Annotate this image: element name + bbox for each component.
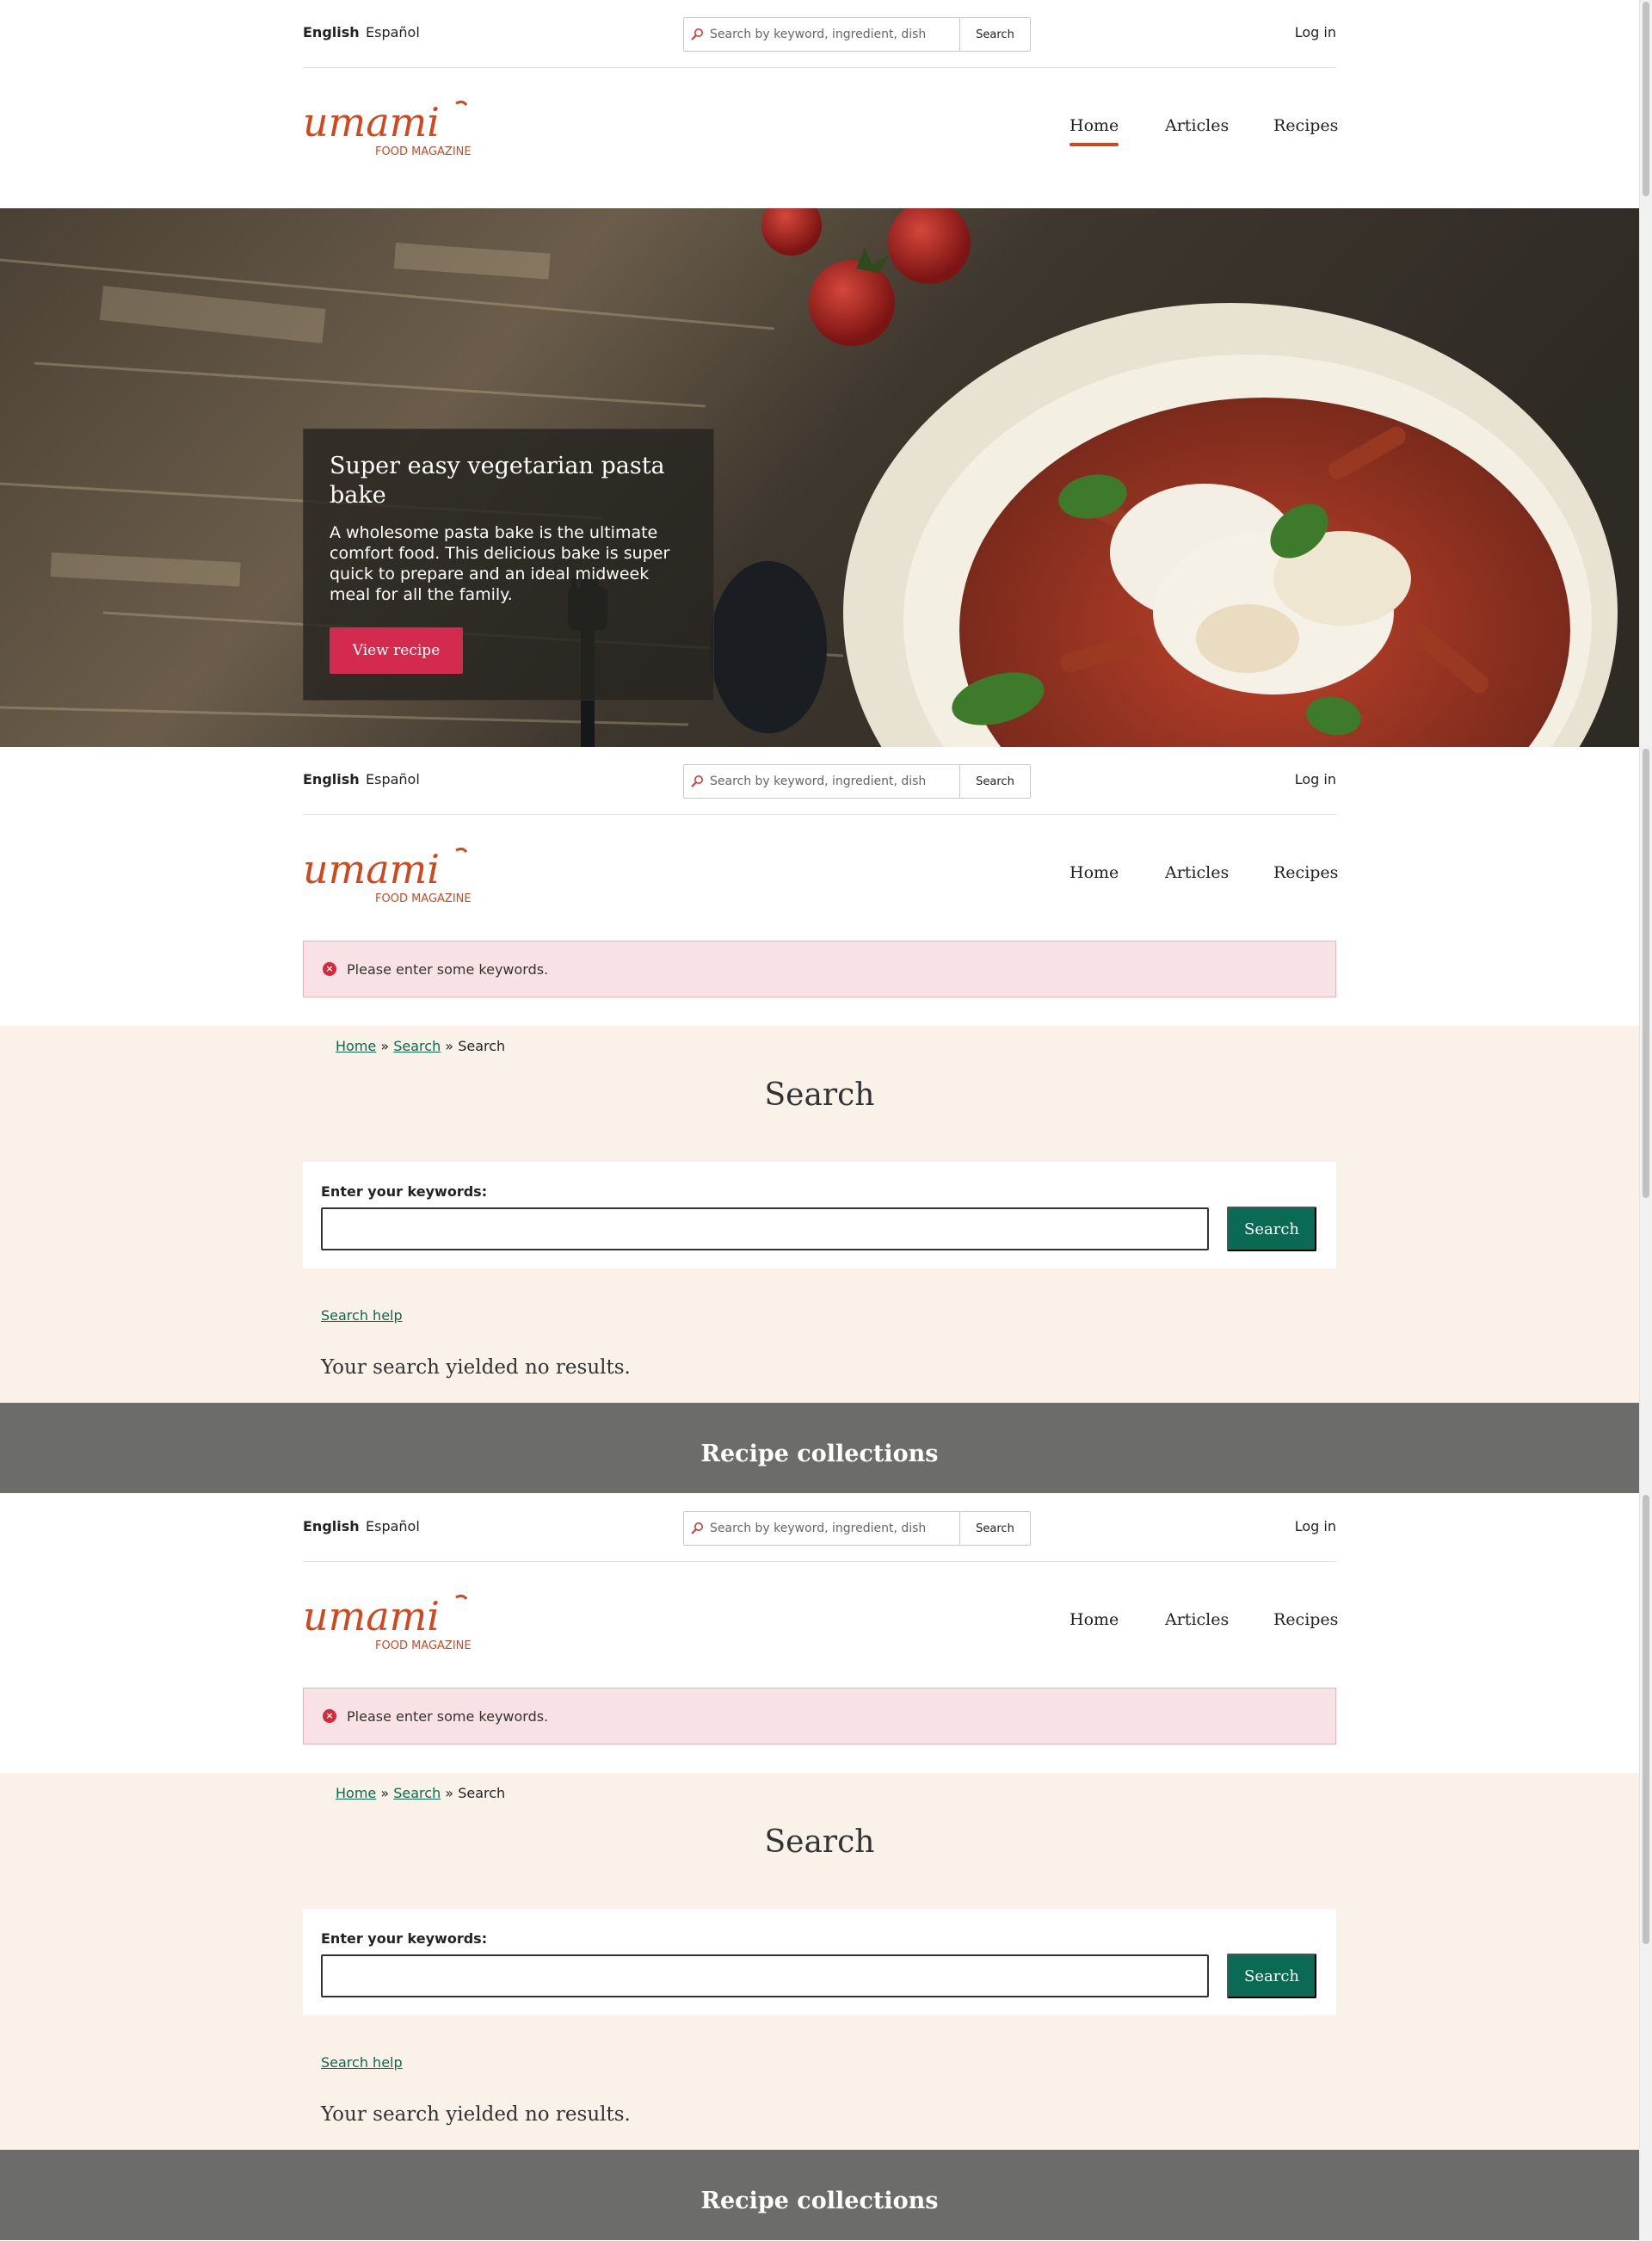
breadcrumb: Home » Search » Search <box>336 1038 505 1054</box>
nav-recipes[interactable]: Recipes <box>1273 1610 1338 1629</box>
breadcrumb-home[interactable]: Home <box>336 1038 376 1054</box>
search-icon <box>684 1512 710 1545</box>
recipe-collections-banner: Recipe collections <box>0 2150 1639 2240</box>
search-submit-button[interactable]: Search <box>1227 1954 1316 1998</box>
logo-subtitle: FOOD MAGAZINE <box>375 1639 472 1652</box>
breadcrumb-separator: » <box>445 1038 454 1054</box>
top-bar: English Español Search by keyword, ingre… <box>303 747 1336 815</box>
logo-wordmark: umami <box>303 99 440 145</box>
recipe-collections-title: Recipe collections <box>700 1441 939 1467</box>
search-icon <box>684 765 710 798</box>
umami-logo[interactable]: umami FOOD MAGAZINE <box>303 1592 484 1652</box>
search-form: Enter your keywords: Search <box>303 1162 1336 1269</box>
breadcrumb-separator: » <box>380 1038 390 1054</box>
search-form: Enter your keywords: Search <box>303 1909 1336 2016</box>
logo-subtitle: FOOD MAGAZINE <box>375 145 472 158</box>
hero-description: A wholesome pasta bake is the ultimate c… <box>330 523 670 604</box>
header-search-input[interactable]: Search by keyword, ingredient, dish <box>710 1512 959 1545</box>
nav-recipes[interactable]: Recipes <box>1273 116 1338 135</box>
error-icon: × <box>323 1709 336 1723</box>
login-link[interactable]: Log in <box>1295 24 1336 40</box>
language-spanish[interactable]: Español <box>366 1518 420 1534</box>
language-spanish[interactable]: Español <box>366 24 420 40</box>
error-message-text: Please enter some keywords. <box>347 1707 549 1725</box>
page-title: Search <box>764 1824 875 1860</box>
nav-recipes[interactable]: Recipes <box>1273 863 1338 882</box>
nav-articles[interactable]: Articles <box>1165 1610 1229 1629</box>
error-message: × Please enter some keywords. <box>303 1688 1336 1744</box>
no-results-text: Your search yielded no results. <box>321 2103 631 2126</box>
header-search-button[interactable]: Search <box>959 1512 1030 1545</box>
error-icon: × <box>323 962 336 976</box>
header-search: Search by keyword, ingredient, dish Sear… <box>683 764 1031 799</box>
language-spanish[interactable]: Español <box>366 771 420 787</box>
header-search: Search by keyword, ingredient, dish Sear… <box>683 1511 1031 1546</box>
page-scrollbar[interactable] <box>1639 0 1652 2241</box>
recipe-collections-banner: Recipe collections <box>0 1403 1639 1493</box>
site-header: English Español Search by keyword, ingre… <box>0 0 1639 208</box>
page-title: Search <box>764 1077 875 1113</box>
header-search-input[interactable]: Search by keyword, ingredient, dish <box>710 765 959 798</box>
keywords-input[interactable] <box>321 1207 1209 1250</box>
nav-articles[interactable]: Articles <box>1165 863 1229 882</box>
language-english[interactable]: English <box>303 771 360 787</box>
login-link[interactable]: Log in <box>1295 1518 1336 1534</box>
hero-image <box>0 208 1639 747</box>
top-bar: English Español Search by keyword, ingre… <box>303 0 1336 68</box>
nav-home[interactable]: Home <box>1069 863 1119 882</box>
logo-wordmark: umami <box>303 1593 440 1639</box>
hero-title: Super easy vegetarian pasta bake <box>330 453 665 509</box>
header-search-input[interactable]: Search by keyword, ingredient, dish <box>710 18 959 51</box>
keywords-label: Enter your keywords: <box>321 1183 488 1200</box>
hero-card: Super easy vegetarian pasta bake A whole… <box>303 429 714 701</box>
header-search: Search by keyword, ingredient, dish Sear… <box>683 17 1031 52</box>
umami-logo[interactable]: umami FOOD MAGAZINE <box>303 98 484 158</box>
no-results-text: Your search yielded no results. <box>321 1356 631 1379</box>
language-english[interactable]: English <box>303 24 360 40</box>
breadcrumb-search[interactable]: Search <box>393 1785 441 1801</box>
umami-logo[interactable]: umami FOOD MAGAZINE <box>303 845 484 905</box>
site-header: English Español Search by keyword, ingre… <box>0 747 1639 955</box>
keywords-input[interactable] <box>321 1954 1209 1997</box>
logo-subtitle: FOOD MAGAZINE <box>375 892 472 905</box>
breadcrumb-separator: » <box>445 1785 454 1801</box>
site-header: English Español Search by keyword, ingre… <box>0 1494 1639 1702</box>
language-english[interactable]: English <box>303 1518 360 1534</box>
top-bar: English Español Search by keyword, ingre… <box>303 1494 1336 1562</box>
breadcrumb-search[interactable]: Search <box>393 1038 441 1054</box>
login-link[interactable]: Log in <box>1295 771 1336 787</box>
header-search-button[interactable]: Search <box>959 18 1030 51</box>
search-submit-button[interactable]: Search <box>1227 1207 1316 1251</box>
error-message: × Please enter some keywords. <box>303 941 1336 997</box>
breadcrumb-home[interactable]: Home <box>336 1785 376 1801</box>
scrollbar-thumb[interactable] <box>1643 2 1649 196</box>
hero-banner: Super easy vegetarian pasta bake A whole… <box>0 208 1639 747</box>
search-help-link[interactable]: Search help <box>321 1307 403 1324</box>
nav-home[interactable]: Home <box>1069 116 1119 146</box>
nav-articles[interactable]: Articles <box>1165 116 1229 135</box>
keywords-label: Enter your keywords: <box>321 1930 488 1947</box>
nav-home[interactable]: Home <box>1069 1610 1119 1629</box>
logo-wordmark: umami <box>303 846 440 892</box>
recipe-collections-title: Recipe collections <box>700 2188 939 2214</box>
scrollbar-thumb[interactable] <box>1643 749 1649 1198</box>
breadcrumb-separator: » <box>380 1785 390 1801</box>
search-icon <box>684 18 710 51</box>
search-content: Home » Search » Search Search Enter your… <box>0 1026 1639 1403</box>
search-help-link[interactable]: Search help <box>321 2054 403 2071</box>
breadcrumb-current: Search <box>458 1785 506 1801</box>
scrollbar-thumb[interactable] <box>1643 1495 1649 1944</box>
error-message-text: Please enter some keywords. <box>347 960 549 978</box>
breadcrumb-current: Search <box>458 1038 506 1054</box>
view-recipe-button[interactable]: View recipe <box>330 627 463 674</box>
search-content: Home » Search » Search Search Enter your… <box>0 1773 1639 2150</box>
breadcrumb: Home » Search » Search <box>336 1785 505 1801</box>
header-search-button[interactable]: Search <box>959 765 1030 798</box>
